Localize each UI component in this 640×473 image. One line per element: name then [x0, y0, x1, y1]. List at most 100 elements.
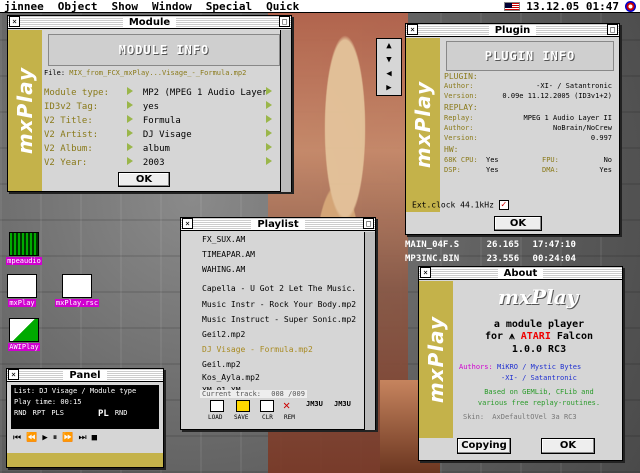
desktop-icon-awiplay[interactable]: AWIPlay [6, 318, 42, 351]
arrow-icon [266, 87, 273, 95]
menu-object[interactable]: Object [58, 0, 98, 13]
mxplay-sidebar: mxPlay [406, 38, 440, 212]
row-label: Replay: [444, 114, 474, 122]
row-label: FPU: [542, 156, 559, 164]
row-value: Formula [142, 116, 181, 126]
arrow-icon [127, 115, 134, 123]
file-line: File: MIX_from_FCX_mxPlay...Visage_-_For… [44, 69, 246, 77]
playlist-item-current[interactable]: DJ Visage - Formula.mp2 [202, 345, 313, 354]
jm3u-icon[interactable]: JM3U [306, 400, 323, 412]
file-size: 26.165 [486, 240, 520, 250]
close-icon[interactable]: × [8, 369, 19, 380]
playlist-item[interactable]: Kos_Ayla.mp2 [202, 373, 260, 382]
row-label: Author: [444, 82, 474, 90]
playlist-item[interactable]: Geil2.mp2 [202, 330, 245, 339]
hw-row: DSP: Yes DMA: Yes [444, 166, 612, 174]
ok-button[interactable]: OK [494, 216, 542, 231]
menu-special[interactable]: Special [206, 0, 252, 13]
close-icon[interactable]: × [407, 24, 418, 35]
based-on-line-2: various free replay-routines. [477, 399, 601, 407]
replay-author-row: Author: NoBrain/NoCrew [444, 124, 612, 132]
sidebar-brand: mxPlay [411, 81, 435, 169]
playlist-titlebar[interactable]: × Playlist □ [181, 218, 375, 231]
module-info-header: MODULE INFO [118, 43, 210, 57]
rpt-indicator[interactable]: RPT [33, 409, 46, 419]
current-track-value: 008 /009 [271, 390, 305, 398]
tool-label: CLR [262, 414, 273, 421]
close-icon[interactable]: × [420, 267, 431, 278]
ok-button[interactable]: OK [118, 172, 170, 187]
clear-list-icon[interactable] [260, 400, 274, 412]
arrow-icon [266, 143, 273, 151]
menu-window[interactable]: Window [152, 0, 192, 13]
arrow-icon [266, 157, 273, 165]
forward-icon[interactable]: ⏩ [62, 433, 73, 443]
jm3u-icon[interactable]: JM3U [334, 400, 351, 412]
file-row[interactable]: MP3INC.BIN 23.556 00:24:04 [405, 254, 576, 264]
playlist-item[interactable]: Music Instruct - Super Sonic.mp2 [202, 315, 356, 324]
file-row[interactable]: MAIN_04F.S 26.165 17:47:10 [405, 240, 576, 250]
row-label: DMA: [542, 166, 559, 174]
fullscreen-icon[interactable]: □ [363, 218, 374, 229]
menu-jinnee[interactable]: jinnee [4, 0, 44, 13]
pls-indicator[interactable]: PLS [51, 409, 64, 419]
swirl-logo-icon[interactable] [625, 1, 636, 12]
desktop-icon-mpeaudio[interactable]: mpeaudio [6, 232, 42, 265]
rnd2-indicator: RND [114, 409, 128, 417]
atari-logo-icon: ⩚ [509, 331, 515, 342]
playlist-item[interactable]: Capella - U Got 2 Let The Music. [202, 284, 356, 293]
panel-titlebar[interactable]: × Panel [7, 369, 163, 382]
plugin-titlebar[interactable]: × Plugin □ [406, 24, 619, 37]
rnd-indicator[interactable]: RND [14, 409, 27, 419]
playlist-item[interactable]: Music Instr - Rock Your Body.mp2 [202, 300, 356, 309]
close-icon[interactable]: × [182, 218, 193, 229]
file-value: MIX_from_FCX_mxPlay...Visage_-_Formula.m… [69, 69, 247, 77]
close-icon[interactable]: × [9, 16, 20, 27]
info-row: V2 Album: album [44, 143, 273, 154]
extclock-checkbox[interactable]: ✓ [498, 200, 509, 210]
module-titlebar[interactable]: × Module □ [8, 16, 291, 29]
fullscreen-icon[interactable]: □ [607, 24, 618, 35]
pause-icon[interactable]: ⏸ [53, 433, 58, 443]
extclock-row: Ext.clock 44.1kHz ✓ [412, 200, 509, 210]
sidebar-brand: mxPlay [13, 66, 37, 155]
remove-icon[interactable]: ✕ [283, 399, 297, 412]
folder-icon[interactable] [236, 400, 250, 412]
desktop-icon-mxplay[interactable]: mxPlay [2, 274, 42, 307]
fullscreen-icon[interactable]: □ [279, 16, 290, 27]
ok-button[interactable]: OK [541, 438, 595, 454]
hw-section-label: HW: [444, 145, 459, 154]
back-icon[interactable]: ⏪ [26, 433, 37, 443]
playtime-value: 00:15 [60, 398, 82, 406]
load-icon[interactable] [210, 400, 224, 412]
play-icon[interactable]: ▶ [42, 433, 47, 443]
us-flag-icon[interactable] [504, 2, 521, 11]
playlist-item[interactable]: FX_SUX.AM [202, 235, 245, 244]
row-value: -XI- / Satantronic [536, 82, 612, 90]
author-1: MiKRO / Mystic Bytes [496, 363, 582, 371]
stop-icon[interactable]: ■ [92, 433, 97, 443]
scroll-arrows[interactable]: ▲ ▼ ◀ ▶ [376, 38, 402, 96]
about-tagline: a module player [493, 319, 585, 330]
info-row: V2 Title: Formula [44, 115, 273, 126]
menu-show[interactable]: Show [112, 0, 139, 13]
file-time: 17:47:10 [532, 240, 576, 250]
scrollbar[interactable] [364, 232, 375, 430]
playlist-item[interactable]: TIMEAPAR.AM [202, 250, 255, 259]
authors-label: Authors: [459, 363, 493, 371]
tool-label: SAVE [234, 414, 249, 421]
about-window: × About mxPlay mxPlay a module player fo… [418, 266, 623, 461]
row-value: DJ Visage [142, 130, 192, 140]
next-icon[interactable]: ⏭ [78, 433, 86, 443]
tool-label: LOAD [208, 414, 223, 421]
playlist-item[interactable]: WAHING.AM [202, 265, 245, 274]
about-titlebar[interactable]: × About [419, 267, 622, 280]
scrollbar[interactable] [280, 30, 291, 192]
copying-button[interactable]: Copying [457, 438, 511, 454]
file-label: File: [44, 69, 66, 77]
playlist-item[interactable]: Geil.mp2 [202, 360, 241, 369]
desktop-icon-mxplay-rsc[interactable]: mxPlay.rsc [50, 274, 104, 307]
about-logo: mxPlay [497, 285, 579, 309]
menu-quick[interactable]: Quick [266, 0, 299, 13]
rewind-icon[interactable]: ⏮ [13, 433, 21, 443]
